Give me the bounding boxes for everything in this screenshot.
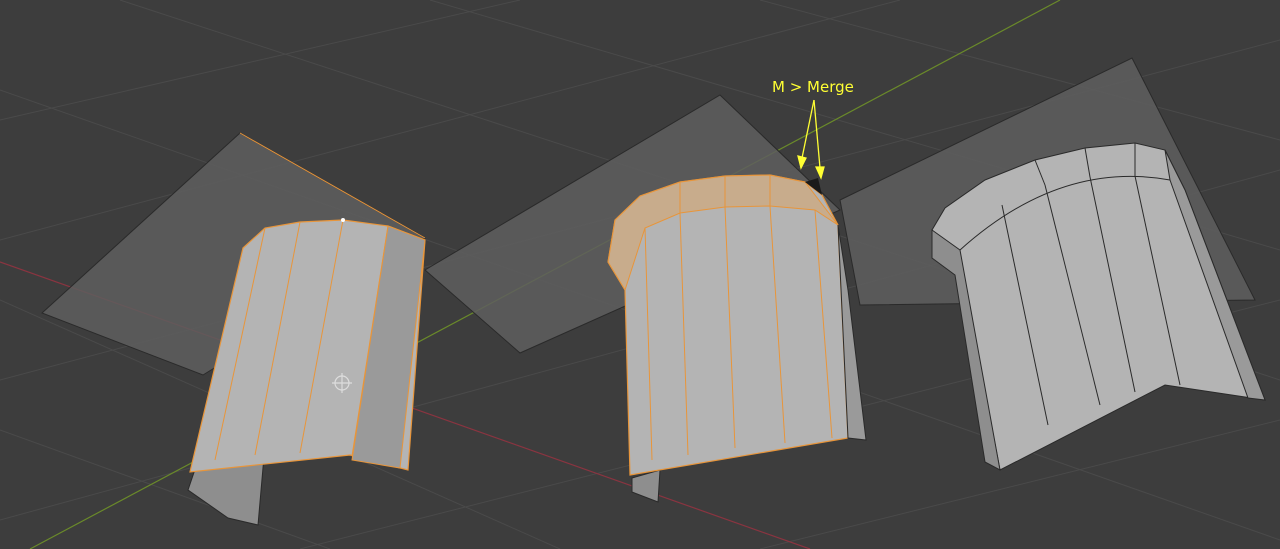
- merge-annotation-label: M > Merge: [772, 78, 854, 96]
- 3d-viewport[interactable]: [0, 0, 1280, 549]
